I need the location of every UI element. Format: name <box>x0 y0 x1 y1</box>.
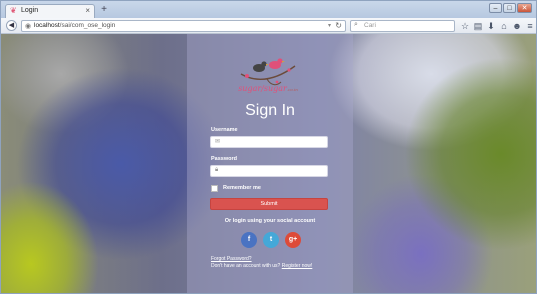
logo-wordmark: sugar/sugar.co.in <box>238 84 298 93</box>
facebook-icon[interactable]: f <box>241 232 257 248</box>
browser-window: ❦ Login × + – □ ✕ ◀ ◉ localhost/sai/com_… <box>0 0 537 294</box>
username-label: Username <box>211 127 238 133</box>
new-tab-button[interactable]: + <box>98 4 110 16</box>
tab-login[interactable]: ❦ Login × <box>5 4 95 18</box>
home-icon[interactable]: ⌂ <box>499 21 509 31</box>
minimize-button[interactable]: – <box>489 3 502 13</box>
tab-title: Login <box>21 7 39 14</box>
download-icon[interactable]: ⬇ <box>486 21 496 31</box>
envelope-icon: ✉ <box>215 139 221 145</box>
forgot-password-link[interactable]: Forgot Password? <box>211 256 252 262</box>
maximize-button[interactable]: □ <box>503 3 516 13</box>
search-bar[interactable]: ⌕ Cari <box>350 20 455 32</box>
globe-icon: ◉ <box>25 23 32 30</box>
remember-me-label: Remember me <box>223 185 261 191</box>
lock-icon: 🔒︎ <box>215 167 219 173</box>
remember-me-checkbox[interactable] <box>211 185 218 192</box>
url-text: localhost/sai/com_ose_login <box>34 22 116 29</box>
chat-icon[interactable]: ☻ <box>512 21 522 31</box>
page-content: sugar/sugar.co.in Sign In Username ✉ Pas… <box>1 34 536 293</box>
google-plus-icon[interactable]: g+ <box>285 232 301 248</box>
register-line: Don't have an account with us? Register … <box>211 263 312 269</box>
search-icon: ⌕ <box>354 21 358 28</box>
reading-list-icon[interactable]: ▤ <box>473 21 483 31</box>
search-placeholder: Cari <box>364 22 376 29</box>
address-bar[interactable]: ◉ localhost/sai/com_ose_login ▾ ↻ <box>21 20 346 32</box>
reload-icon[interactable]: ↻ <box>335 21 342 30</box>
back-button[interactable]: ◀ <box>6 20 17 31</box>
page-title: Sign In <box>245 102 295 119</box>
twitter-icon[interactable]: t <box>263 232 279 248</box>
close-window-button[interactable]: ✕ <box>517 3 532 13</box>
username-field[interactable]: ✉ <box>210 136 328 148</box>
password-label: Password <box>211 156 237 162</box>
navigation-bar: ◀ ◉ localhost/sai/com_ose_login ▾ ↻ ⌕ Ca… <box>1 18 536 34</box>
url-dropdown-icon[interactable]: ▾ <box>328 22 331 29</box>
register-prefix: Don't have an account with us? <box>211 263 281 269</box>
bookmark-star-icon[interactable]: ☆ <box>460 21 470 31</box>
tab-close-icon[interactable]: × <box>85 6 90 15</box>
favicon-icon: ❦ <box>10 6 17 15</box>
password-field[interactable]: 🔒︎ <box>210 165 328 177</box>
register-link[interactable]: Register now! <box>282 263 313 269</box>
social-login-prompt: Or login using your social account <box>224 218 316 224</box>
menu-icon[interactable]: ≡ <box>525 21 535 31</box>
tab-bar: ❦ Login × + – □ ✕ <box>1 1 536 18</box>
submit-button[interactable]: Submit <box>210 198 328 210</box>
